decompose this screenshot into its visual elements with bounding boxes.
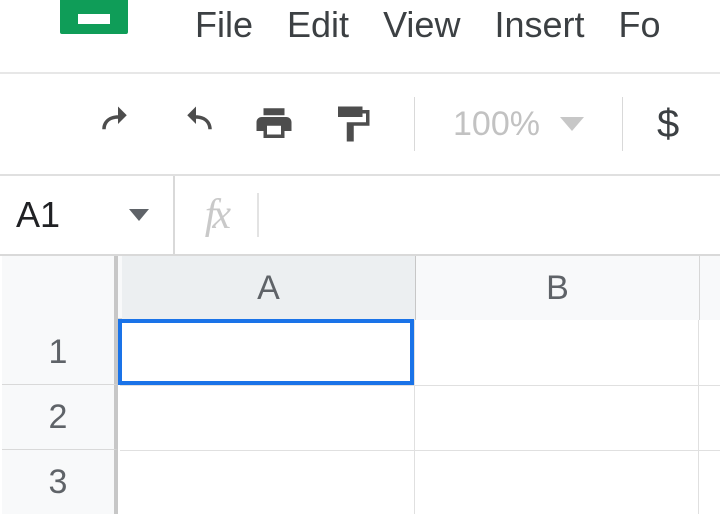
menu-file[interactable]: File <box>195 4 253 46</box>
row-header-1[interactable]: 1 <box>2 320 118 385</box>
formula-input[interactable] <box>259 176 720 254</box>
menu-edit[interactable]: Edit <box>287 4 349 46</box>
column-header-row: A B <box>2 256 720 320</box>
chevron-down-icon <box>560 117 584 131</box>
format-currency-button[interactable]: $ <box>637 102 699 147</box>
formula-bar: fx <box>175 176 720 254</box>
paint-format-icon <box>331 103 373 145</box>
print-icon <box>253 103 295 145</box>
menu-items: File Edit View Insert Fo <box>195 4 661 46</box>
select-all-corner[interactable] <box>2 256 118 320</box>
spreadsheet-grid: A B 1 2 3 <box>0 256 720 514</box>
toolbar: 100% $ <box>0 74 720 176</box>
cell-a2[interactable] <box>120 385 414 450</box>
cell-a1[interactable] <box>120 320 414 385</box>
cell-b3[interactable] <box>414 450 698 514</box>
chevron-down-icon <box>129 209 149 221</box>
cell-a3[interactable] <box>120 450 414 514</box>
column-header-next[interactable] <box>700 256 720 320</box>
print-button[interactable] <box>244 94 304 154</box>
name-box[interactable]: A1 <box>0 176 175 254</box>
menu-format-truncated[interactable]: Fo <box>619 4 661 46</box>
cell-b1[interactable] <box>414 320 698 385</box>
sheets-logo-icon <box>60 0 128 34</box>
column-header-b[interactable]: B <box>416 256 700 320</box>
redo-button[interactable] <box>166 94 226 154</box>
menu-view[interactable]: View <box>383 4 460 46</box>
row-header-3[interactable]: 3 <box>2 450 118 514</box>
redo-icon <box>175 103 217 145</box>
menu-bar: File Edit View Insert Fo <box>0 0 720 74</box>
toolbar-separator <box>414 97 415 151</box>
name-box-value: A1 <box>16 194 60 236</box>
zoom-value: 100% <box>453 105 540 144</box>
undo-icon <box>97 103 139 145</box>
row-header-2[interactable]: 2 <box>2 385 118 450</box>
zoom-dropdown[interactable]: 100% <box>429 105 608 144</box>
toolbar-separator <box>622 97 623 151</box>
paint-format-button[interactable] <box>322 94 382 154</box>
undo-button[interactable] <box>88 94 148 154</box>
menu-insert[interactable]: Insert <box>494 4 584 46</box>
cell-b2[interactable] <box>414 385 698 450</box>
fx-icon: fx <box>205 191 227 239</box>
column-header-a[interactable]: A <box>122 256 416 320</box>
formula-bar-row: A1 fx <box>0 176 720 256</box>
